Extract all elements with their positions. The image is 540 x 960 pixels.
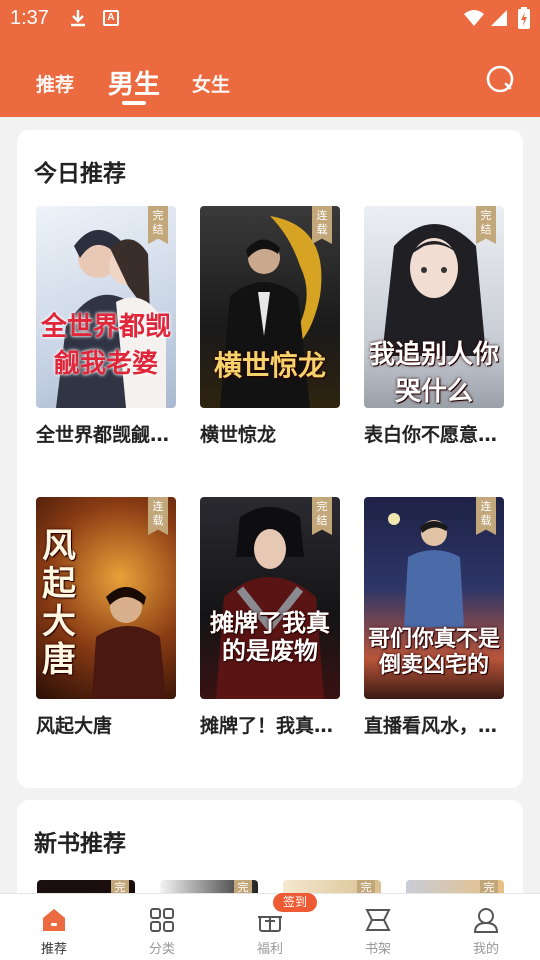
today-recommend-section: 今日推荐 全世界都觊觎我老婆 完结 全世界都觊觎… 横世惊龙 连载 横世惊龙 我… — [17, 130, 523, 788]
tab-female[interactable]: 女生 — [192, 70, 230, 97]
battery-icon — [518, 7, 530, 29]
status-badge: 完结 — [312, 497, 332, 535]
category-tabs: 推荐 男生 女生 — [0, 60, 540, 110]
search-icon[interactable] — [484, 64, 516, 96]
bookshelf-icon — [365, 909, 391, 931]
book-cover[interactable]: 风起大唐 连载 — [36, 497, 176, 699]
signin-badge[interactable]: 签到 — [273, 893, 317, 912]
home-icon — [43, 909, 65, 931]
nav-item-category[interactable]: 分类 — [108, 894, 216, 960]
book-title[interactable]: 全世界都觊觎… — [36, 420, 186, 447]
section-title: 今日推荐 — [34, 161, 126, 187]
book-title[interactable]: 横世惊龙 — [200, 420, 350, 447]
status-time: 1:37 — [10, 7, 49, 29]
tab-recommend[interactable]: 推荐 — [36, 70, 74, 97]
nav-item-profile[interactable]: 我的 — [432, 894, 540, 960]
status-badge: 连载 — [476, 497, 496, 535]
cover-title: 全世界都觊觎我老婆 — [40, 312, 171, 379]
nav-label: 分类 — [148, 942, 175, 957]
book-title[interactable]: 直播看风水，… — [364, 711, 514, 738]
bottom-nav: 推荐 分类 福利 书架 我的 — [0, 893, 540, 960]
font-icon: A — [103, 10, 119, 26]
book-cover[interactable]: 我追别人你哭什么 完结 — [364, 206, 504, 408]
cover-title: 我追别人你哭什么 — [368, 340, 499, 407]
nav-label: 推荐 — [40, 942, 67, 957]
grid-icon — [150, 908, 174, 932]
cover-title: 哥们你真不是倒卖凶宅的 — [367, 627, 500, 678]
section-title: 新书推荐 — [34, 831, 126, 857]
nav-label: 福利 — [256, 942, 283, 957]
status-badge: 连载 — [312, 206, 332, 244]
book-title[interactable]: 风起大唐 — [36, 711, 186, 738]
status-badge: 完结 — [148, 206, 168, 244]
active-tab-indicator — [122, 101, 146, 105]
book-cover[interactable]: 哥们你真不是倒卖凶宅的 连载 — [364, 497, 504, 699]
book-cover[interactable]: 全世界都觊觎我老婆 完结 — [36, 206, 176, 408]
status-badge: 连载 — [148, 497, 168, 535]
status-bar: 1:37 A — [0, 0, 540, 36]
nav-label: 书架 — [364, 942, 391, 957]
nav-label: 我的 — [472, 942, 499, 957]
download-icon — [71, 10, 85, 27]
cover-title: 摊牌了我真的是废物 — [210, 609, 330, 665]
wifi-icon — [464, 10, 484, 26]
cover-title: 风起大唐 — [42, 526, 76, 680]
status-badge: 完结 — [476, 206, 496, 244]
book-title[interactable]: 表白你不愿意… — [364, 420, 514, 447]
tab-male[interactable]: 男生 — [108, 64, 160, 101]
book-cover[interactable]: 横世惊龙 连载 — [200, 206, 340, 408]
book-cover[interactable]: 摊牌了我真的是废物 完结 — [200, 497, 340, 699]
nav-item-bookshelf[interactable]: 书架 — [324, 894, 432, 960]
nav-item-recommend[interactable]: 推荐 — [0, 894, 108, 960]
signal-icon — [491, 10, 507, 26]
cover-title: 横世惊龙 — [213, 349, 326, 382]
book-title[interactable]: 摊牌了！我真… — [200, 711, 350, 738]
app-header: 1:37 A 推荐 男生 女生 — [0, 0, 540, 117]
profile-icon — [473, 908, 499, 933]
